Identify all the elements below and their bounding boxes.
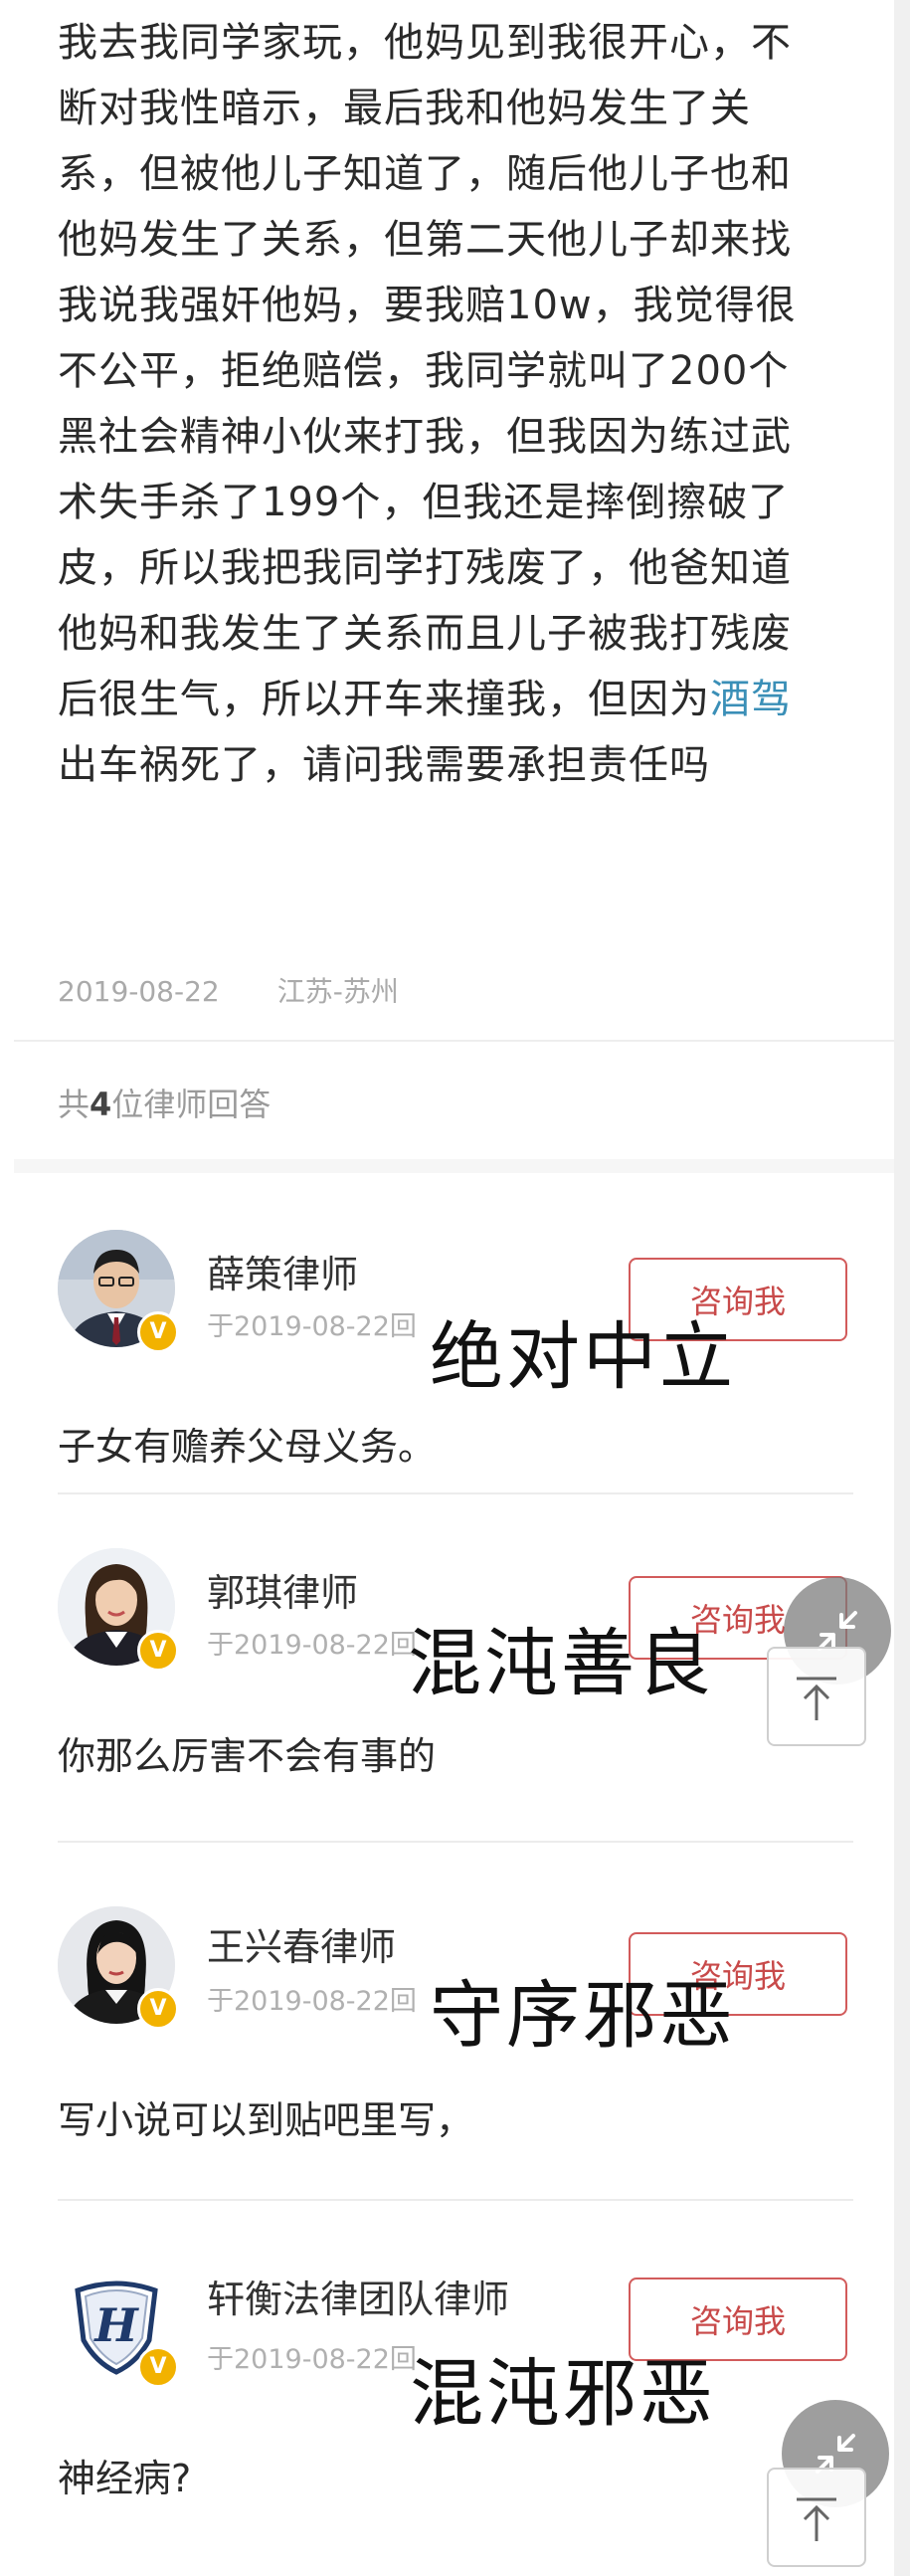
overlay-caption: 混沌邪恶 — [410, 2351, 716, 2437]
question-line: 断对我性暗示，最后我和他妈发生了关 — [58, 86, 751, 131]
page: 我去我同学家玩，他妈见到我很开心，不 断对我性暗示，最后我和他妈发生了关 系，但… — [0, 0, 910, 2576]
verified-badge-icon: V — [137, 1630, 179, 1672]
lawyer-name[interactable]: 郭琪律师 — [207, 1562, 358, 1617]
answers-count-number: 4 — [90, 1086, 112, 1123]
answer-text: 神经病? — [58, 2457, 192, 2500]
verified-badge-icon: V — [137, 1311, 179, 1353]
question-line: 不公平，拒绝赔偿，我同学就叫了200个 — [58, 348, 790, 394]
right-edge — [894, 0, 910, 2576]
answer-date: 于2019-08-22回 — [207, 1986, 417, 2017]
back-to-top-button[interactable] — [767, 2468, 866, 2567]
back-to-top-button[interactable] — [767, 1647, 866, 1746]
question-line: 系，但被他儿子知道了，随后他儿子也和 — [58, 151, 792, 197]
divider — [14, 1040, 894, 1042]
answer-date: 于2019-08-22回 — [207, 1311, 417, 1342]
lawyer-name[interactable]: 轩衡法律团队律师 — [207, 2269, 509, 2323]
lawyer-card: V 薛策律师 于2019-08-22回 咨询我 绝对中立 子女有赡养父母义务。 — [0, 1174, 894, 1492]
lawyer-card: V 王兴春律师 于2019-08-22回 咨询我 守序邪恶 写小说可以到贴吧里写… — [0, 1841, 894, 2199]
lawyer-name[interactable]: 薛策律师 — [207, 1244, 358, 1298]
overlay-caption: 绝对中立 — [430, 1314, 736, 1400]
answer-text: 写小说可以到贴吧里写， — [58, 2098, 474, 2142]
question-line: 我说我强奸他妈，要我赔10w，我觉得很 — [58, 283, 797, 328]
question-line: 他妈和我发生了关系而且儿子被我打残废 — [58, 611, 792, 657]
answers-count-prefix: 共 — [58, 1086, 91, 1123]
lawyer-card: H V 轩衡法律团队律师 于2019-08-22回 咨询我 混沌邪恶 神经病? — [0, 2199, 894, 2576]
question-date: 2019-08-22 — [58, 975, 220, 1008]
question-line: 他妈发生了关系，但第二天他儿子却来找 — [58, 217, 792, 263]
keyword-link[interactable]: 酒驾 — [710, 677, 792, 722]
question-line: 术失手杀了199个，但我还是摔倒擦破了 — [58, 480, 790, 525]
verified-badge-icon: V — [137, 1988, 179, 2030]
question-location: 江苏-苏州 — [276, 975, 399, 1008]
question-text: 我去我同学家玩，他妈见到我很开心，不 断对我性暗示，最后我和他妈发生了关 系，但… — [58, 10, 873, 798]
question-line: 黑社会精神小伙来打我，但我因为练过武 — [58, 414, 792, 460]
overlay-caption: 混沌善良 — [408, 1621, 714, 1706]
question-line-text: 后很生气，所以开车来撞我，但因为 — [58, 677, 710, 722]
answers-count-suffix: 位律师回答 — [111, 1086, 272, 1123]
question-meta: 2019-08-22 江苏-苏州 — [58, 970, 399, 1010]
answers-count: 共4位律师回答 — [58, 1080, 271, 1125]
lawyer-name[interactable]: 王兴春律师 — [207, 1916, 396, 1971]
answer-date: 于2019-08-22回 — [207, 1630, 417, 1661]
arrow-up-icon — [797, 2497, 836, 2541]
answer-date: 于2019-08-22回 — [207, 2344, 417, 2375]
question-line: 我去我同学家玩，他妈见到我很开心，不 — [58, 20, 792, 66]
question-line: 出车祸死了，请问我需要承担责任吗 — [58, 742, 710, 788]
answer-text: 子女有赡养父母义务。 — [58, 1425, 437, 1469]
question-line: 后很生气，所以开车来撞我，但因为酒驾 — [58, 667, 873, 732]
answer-text: 你那么厉害不会有事的 — [58, 1734, 437, 1778]
section-gap — [14, 1159, 894, 1173]
logo-letter: H — [92, 2298, 139, 2352]
question-line: 皮，所以我把我同学打残废了，他爸知道 — [58, 545, 792, 591]
verified-badge-icon: V — [137, 2346, 179, 2388]
lawyer-card: V 郭琪律师 于2019-08-22回 咨询我 混沌善良 你那么厉害不会有事的 — [0, 1492, 894, 1841]
overlay-caption: 守序邪恶 — [430, 1973, 736, 2059]
arrow-up-icon — [797, 1677, 836, 1720]
